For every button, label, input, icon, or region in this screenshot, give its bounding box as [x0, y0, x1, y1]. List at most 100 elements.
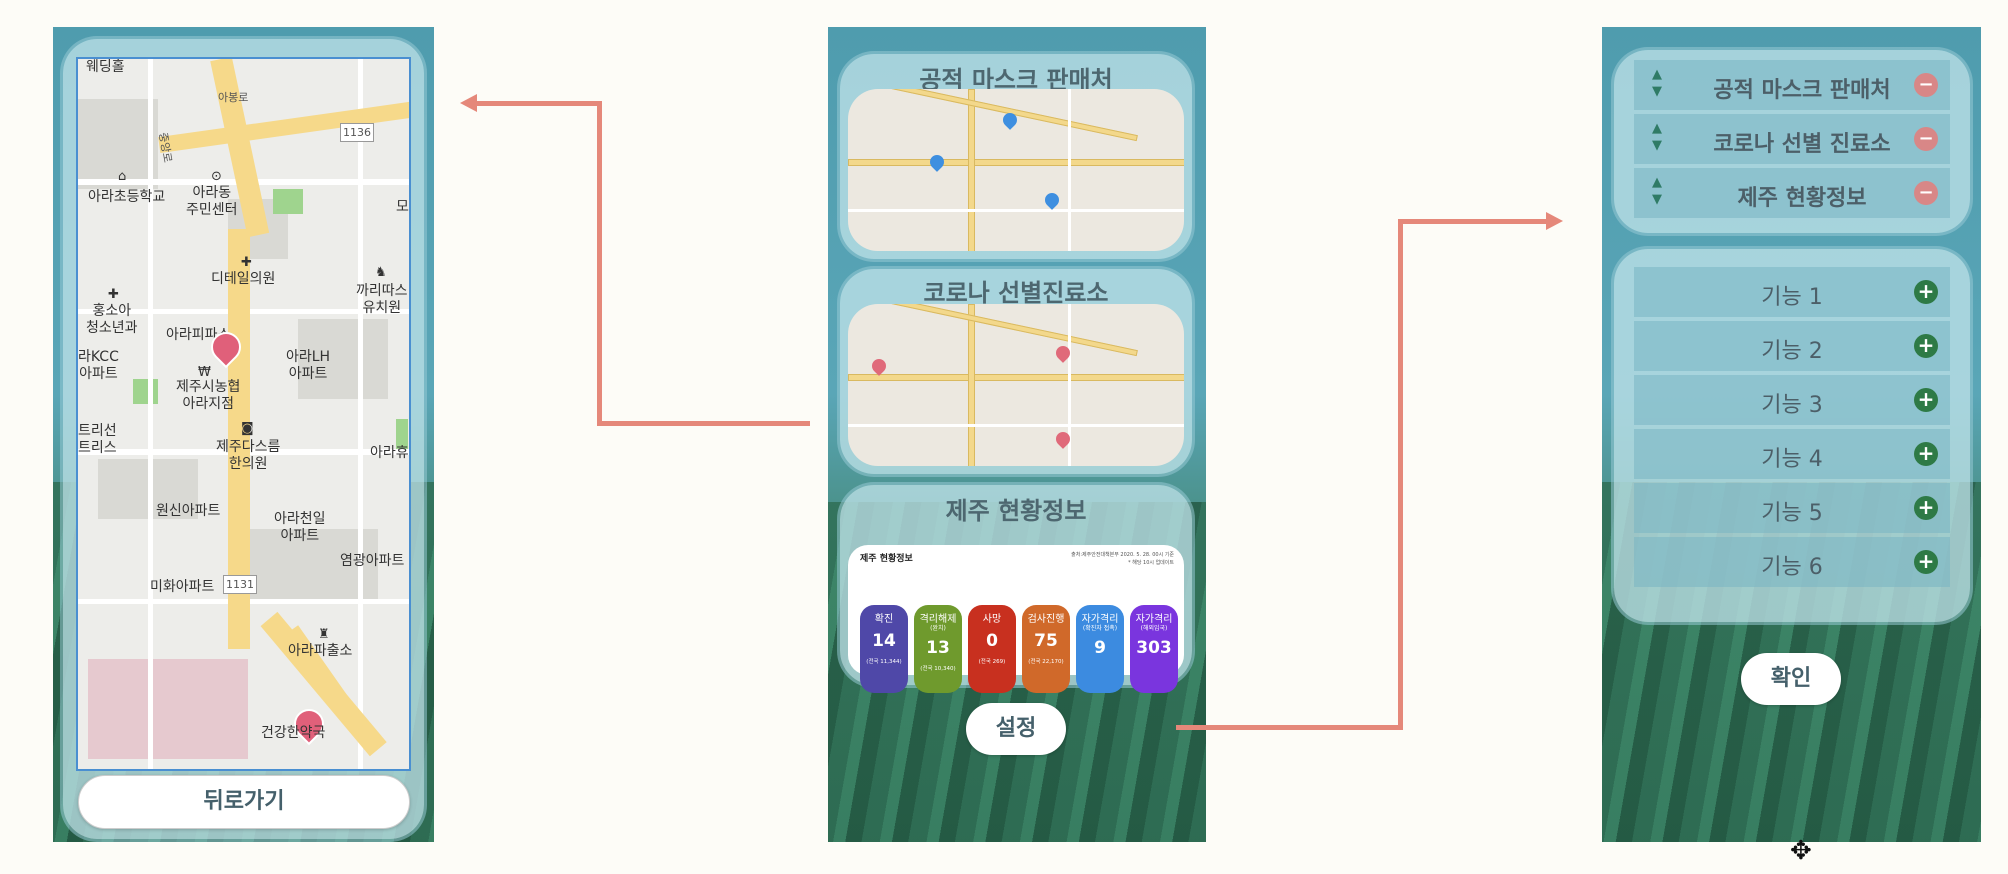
stat-label: 사망: [982, 614, 1002, 625]
map-label: 아라파출소: [288, 643, 353, 659]
arrow-line: [597, 101, 602, 426]
function-row-label: 기능 5: [1761, 501, 1823, 526]
back-button[interactable]: 뒤로가기: [78, 775, 410, 829]
reorder-arrows-icon[interactable]: ▲ ▼: [1652, 66, 1662, 100]
function-row[interactable]: 기능 5 +: [1634, 483, 1950, 533]
remove-icon[interactable]: −: [1914, 127, 1938, 151]
road-number: 1131: [223, 575, 257, 594]
order-row[interactable]: ▲ ▼ 제주 현황정보 −: [1634, 168, 1950, 218]
stat-national: (전국 11,344): [866, 659, 902, 665]
remove-icon[interactable]: −: [1914, 73, 1938, 97]
detail-map[interactable]: 웨딩홀 아봉로 1136 중앙로 ⌂ 아라초등학교 ⊙ 아라동 주민센터 모 ✚…: [76, 57, 411, 771]
confirm-button[interactable]: 확인: [1741, 653, 1841, 705]
order-row-label: 공적 마스크 판매처: [1713, 78, 1891, 103]
stat-box: 사망 0 (전국 269): [968, 605, 1016, 693]
remove-icon[interactable]: −: [1914, 181, 1938, 205]
stat-national: (전국 10,340): [920, 666, 956, 672]
function-row-label: 기능 1: [1761, 285, 1823, 310]
police-icon: ♜: [318, 627, 330, 642]
mask-pin-icon[interactable]: [1042, 190, 1062, 210]
function-row[interactable]: 기능 3 +: [1634, 375, 1950, 425]
map-label: 원신아파트: [156, 503, 221, 519]
map-label: 트리선 트리스: [78, 423, 117, 456]
function-row[interactable]: 기능 2 +: [1634, 321, 1950, 371]
stat-label: 확진: [874, 614, 894, 625]
stat-box: 자가격리 (해외입국) 303: [1130, 605, 1178, 693]
settings-screen: ▲ ▼ 공적 마스크 판매처 − ▲ ▼ 코로나 선별 진료소 − ▲ ▼ 제주 현황정보 − 기능 …: [1602, 27, 1981, 842]
stat-value: 14: [872, 631, 896, 651]
function-row-label: 기능 3: [1761, 393, 1823, 418]
home-screen: 공적 마스크 판매처 코로나 선별진료소 제주 현황정보 제주 현황정보 출처:…: [828, 27, 1206, 842]
function-card: 기능 1 + 기능 2 + 기능 3 + 기능 4 + 기능 5 + 기능 6 +: [1614, 249, 1970, 622]
order-row[interactable]: ▲ ▼ 공적 마스크 판매처 −: [1634, 60, 1950, 110]
corona-map[interactable]: [848, 304, 1184, 466]
stat-box: 자가격리 (확진자 접촉) 9: [1076, 605, 1124, 693]
clinic-icon: ◙: [241, 421, 254, 436]
status-card[interactable]: 제주 현황정보 제주 현황정보 출처:제주안전대책본부 2020. 5. 28.…: [840, 485, 1192, 693]
order-card: ▲ ▼ 공적 마스크 판매처 − ▲ ▼ 코로나 선별 진료소 − ▲ ▼ 제주 현황정보 −: [1614, 50, 1970, 233]
arrow-left-icon: [460, 94, 477, 112]
map-label: 웨딩홀: [86, 59, 125, 75]
arrow-line: [1398, 219, 1548, 224]
add-icon[interactable]: +: [1914, 442, 1938, 466]
map-label: 아라동 주민센터: [186, 185, 238, 218]
stat-sub: (확진자 접촉): [1082, 625, 1118, 632]
clinic-icon: ✚: [108, 287, 119, 302]
clinic-pin-icon[interactable]: [869, 356, 889, 376]
mask-card[interactable]: 공적 마스크 판매처: [840, 54, 1192, 259]
order-row[interactable]: ▲ ▼ 코로나 선별 진료소 −: [1634, 114, 1950, 164]
function-row[interactable]: 기능 1 +: [1634, 267, 1950, 317]
mask-pin-icon[interactable]: [927, 152, 947, 172]
map-label: 제주시농협 아라지점: [176, 379, 241, 412]
stat-value: 75: [1034, 631, 1058, 651]
stat-box: 확진 14 (전국 11,344): [860, 605, 908, 693]
reorder-arrows-icon[interactable]: ▲ ▼: [1652, 174, 1662, 208]
function-row-label: 기능 2: [1761, 339, 1823, 364]
stat-value: 13: [926, 638, 950, 658]
map-label: 염광아파트: [340, 553, 405, 569]
map-label: 라KCC 아파트: [78, 349, 119, 382]
map-label: 아봉로: [218, 91, 249, 104]
stat-national: (전국 269): [978, 659, 1006, 665]
arrow-line: [1176, 725, 1403, 730]
map-label: 모: [396, 199, 409, 215]
function-row-label: 기능 4: [1761, 447, 1823, 472]
add-icon[interactable]: +: [1914, 388, 1938, 412]
map-label: 아라초등학교: [88, 189, 166, 205]
stat-sub: (완치): [930, 625, 946, 632]
arrow-right-icon: [1546, 212, 1563, 230]
map-label: 제주다스름 한의원: [216, 439, 281, 472]
stat-value: 9: [1094, 638, 1106, 658]
corona-card[interactable]: 코로나 선별진료소: [840, 269, 1192, 474]
add-icon[interactable]: +: [1914, 334, 1938, 358]
stat-box: 검사진행 75 (전국 22,170): [1022, 605, 1070, 693]
move-cursor-icon: ✥: [1790, 836, 1812, 866]
arrow-line: [1398, 219, 1403, 730]
map-label: 홍소아 청소년과: [86, 303, 138, 336]
kindergarten-icon: ♞: [375, 265, 387, 280]
stat-national: (전국 22,170): [1028, 659, 1064, 665]
function-row[interactable]: 기능 4 +: [1634, 429, 1950, 479]
arrow-line: [597, 421, 810, 426]
map-label: 까리따스 유치원: [356, 283, 408, 316]
function-row[interactable]: 기능 6 +: [1634, 537, 1950, 587]
reorder-arrows-icon[interactable]: ▲ ▼: [1652, 120, 1662, 154]
corona-card-title: 코로나 선별진료소: [923, 279, 1109, 307]
mask-map[interactable]: [848, 89, 1184, 251]
stat-value: 303: [1136, 638, 1172, 658]
settings-button[interactable]: 설정: [966, 703, 1066, 755]
map-label: 디테일의원: [211, 271, 276, 287]
school-icon: ⌂: [118, 169, 127, 184]
road-number: 1136: [340, 123, 374, 142]
bank-icon: ₩: [198, 365, 211, 380]
add-icon[interactable]: +: [1914, 280, 1938, 304]
add-icon[interactable]: +: [1914, 496, 1938, 520]
map-label: 아라휴: [370, 445, 409, 461]
function-row-label: 기능 6: [1761, 555, 1823, 580]
office-icon: ⊙: [211, 169, 222, 184]
add-icon[interactable]: +: [1914, 550, 1938, 574]
arrow-line: [475, 101, 602, 106]
stat-box: 격리해제 (완치) 13 (전국 10,340): [914, 605, 962, 693]
status-panel: 제주 현황정보 출처:제주안전대책본부 2020. 5. 28. 00시 기준 …: [848, 545, 1184, 693]
status-card-title: 제주 현황정보: [945, 497, 1087, 525]
